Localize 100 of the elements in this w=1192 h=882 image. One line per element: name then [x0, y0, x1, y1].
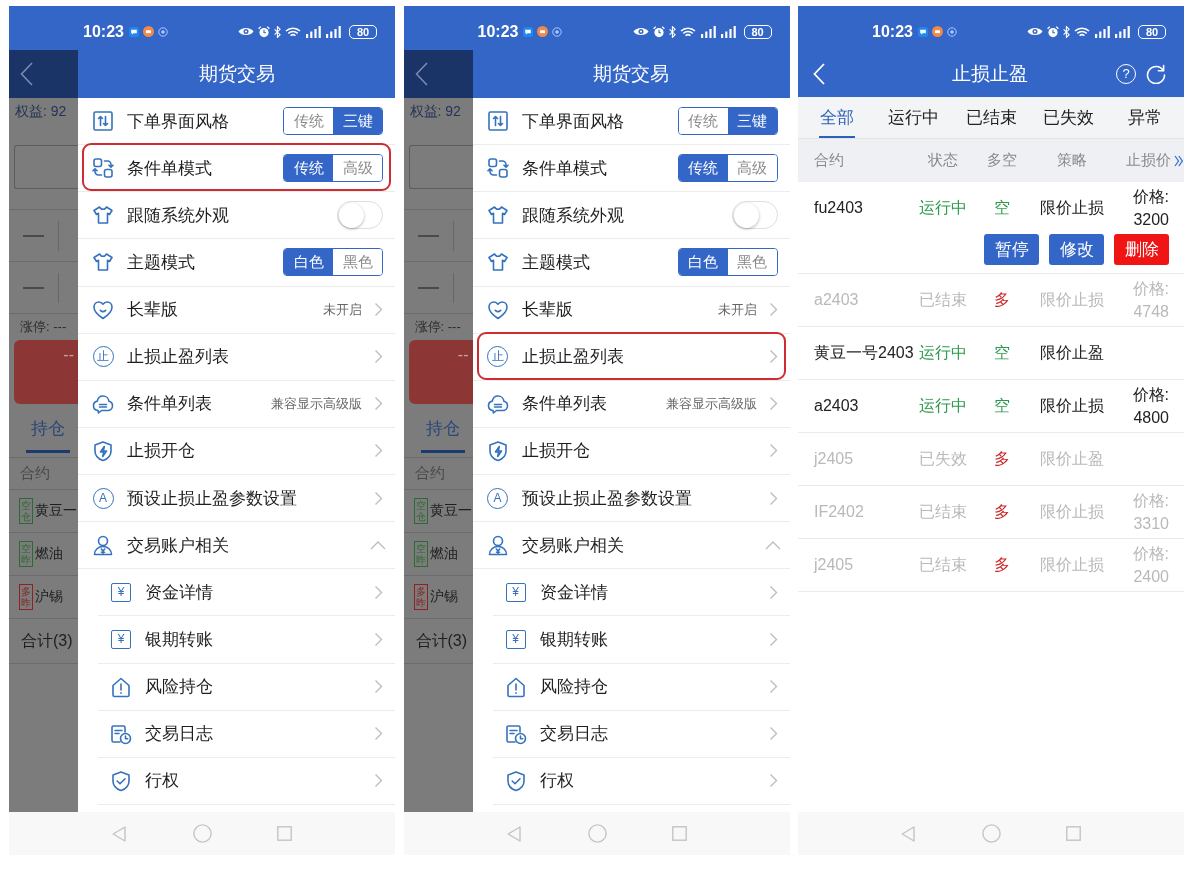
position-tag: 多昨: [413, 584, 428, 610]
table-cell-text: a2403: [814, 397, 860, 415]
recent-apps-icon[interactable]: [671, 826, 687, 841]
table-cell-text: 运行中: [918, 197, 968, 218]
menu-item[interactable]: 止损开仓: [127, 439, 195, 463]
calendar-clock-icon: [504, 722, 527, 745]
chevron-right-icon: [374, 584, 383, 600]
input-field[interactable]: [408, 145, 473, 189]
table-cell-text: 空: [993, 342, 1011, 363]
signal-icon: [719, 25, 736, 38]
table-cell-text: j2405: [814, 450, 855, 468]
menu-item[interactable]: 行权: [145, 769, 179, 793]
chevron-right-icon: [768, 302, 778, 318]
home-icon[interactable]: [193, 824, 212, 843]
menu-item[interactable]: 长辈版: [127, 298, 178, 322]
table-cell-text: 限价止损: [1039, 501, 1105, 522]
chevron-right-icon: [374, 396, 383, 412]
segment-option[interactable]: 白色: [678, 249, 728, 276]
back-icon[interactable]: [414, 62, 428, 86]
price-label: 价格:: [1132, 491, 1169, 511]
speech-cloud-icon: [486, 392, 509, 415]
minus-icon[interactable]: [417, 234, 439, 237]
menu-item[interactable]: 资金详情: [145, 580, 213, 604]
menu-item[interactable]: 止损止盈列表: [127, 345, 229, 369]
menu-item[interactable]: 止损止盈列表: [521, 345, 624, 369]
circle-dot-icon: [946, 26, 957, 37]
signal-icon: [699, 25, 716, 38]
table-cell-text: 多: [993, 448, 1011, 469]
setting-label: 下单界面风格: [521, 110, 624, 133]
tab[interactable]: 已失效: [1029, 97, 1107, 138]
segment-option[interactable]: 白色: [284, 249, 333, 276]
chevron-up-icon[interactable]: [764, 540, 781, 550]
menu-item[interactable]: 长辈版: [521, 298, 573, 322]
home-icon[interactable]: [587, 824, 607, 843]
circle-dot-icon: [157, 26, 168, 37]
alarm-icon: [1047, 25, 1059, 38]
segment-option[interactable]: 传统: [284, 155, 333, 182]
menu-item[interactable]: 条件单列表: [127, 392, 212, 416]
refresh-icon[interactable]: [1145, 63, 1166, 84]
segment-option[interactable]: 三键: [727, 108, 777, 135]
minus-icon[interactable]: [23, 286, 44, 289]
menu-item[interactable]: 交易日志: [145, 722, 213, 746]
battery-indicator: 80: [743, 24, 772, 39]
table-cell-text: 限价止损: [1039, 289, 1105, 310]
eye-icon: [632, 26, 649, 37]
menu-item[interactable]: 风险持仓: [145, 675, 213, 699]
pause-button[interactable]: 暂停: [984, 234, 1039, 265]
table-cell-text: 运行中: [918, 395, 968, 416]
minus-icon[interactable]: [23, 234, 44, 237]
delete-button[interactable]: 删除: [1114, 234, 1169, 265]
menu-item[interactable]: 交易日志: [539, 722, 608, 746]
position-tag: 空仓: [19, 498, 33, 524]
drawer-title: 期货交易: [198, 62, 275, 86]
price-value: 4800: [1133, 408, 1169, 428]
menu-item[interactable]: 止损开仓: [521, 439, 590, 463]
tab[interactable]: 异常: [1106, 97, 1184, 138]
menu-item[interactable]: 预设止损止盈参数设置: [521, 486, 692, 510]
menu-item[interactable]: 银期转账: [145, 627, 213, 651]
menu-item[interactable]: 银期转账: [539, 627, 608, 651]
table-cell-text: 空: [993, 197, 1011, 218]
segment-option[interactable]: 传统: [678, 155, 728, 182]
toggle-switch[interactable]: [337, 201, 383, 230]
price-label: 价格:: [1132, 187, 1169, 207]
menu-group[interactable]: 交易账户相关: [127, 533, 229, 557]
table-cell-text: 空: [993, 395, 1011, 416]
price-label: 价格:: [1132, 385, 1169, 405]
toggle-switch[interactable]: [731, 201, 778, 230]
setting-label: 下单界面风格: [127, 110, 229, 133]
recent-apps-icon[interactable]: [277, 826, 292, 841]
menu-item[interactable]: 条件单列表: [521, 392, 607, 416]
segment-option[interactable]: 三键: [333, 108, 382, 135]
position-name: 黄豆一: [35, 502, 77, 520]
swap-icon: [92, 157, 114, 180]
chevron-up-icon[interactable]: [370, 540, 386, 550]
table-cell-text: a2403: [814, 291, 860, 309]
menu-item[interactable]: 预设止损止盈参数设置: [127, 486, 297, 510]
chevron-right-icon: [374, 302, 383, 318]
tab[interactable]: 运行中: [875, 97, 953, 138]
home-icon[interactable]: [982, 824, 1001, 843]
menu-item[interactable]: 资金详情: [539, 580, 608, 604]
price-label: 价格:: [1132, 544, 1169, 564]
menu-item[interactable]: 行权: [539, 769, 574, 793]
double-chevron-icon[interactable]: [1174, 154, 1183, 167]
recent-apps-icon[interactable]: [1066, 826, 1081, 841]
edit-button[interactable]: 修改: [1049, 234, 1104, 265]
column-header: 多空: [986, 151, 1018, 170]
minus-icon[interactable]: [417, 286, 439, 289]
app-icon: [931, 26, 943, 37]
alarm-icon: [652, 25, 665, 38]
drawer-title: 期货交易: [593, 62, 669, 86]
back-icon[interactable]: [20, 62, 33, 86]
yen-document-icon: ¥: [505, 582, 526, 602]
table-cell-text: 已结束: [918, 554, 968, 575]
chevron-right-icon: [374, 490, 383, 506]
person-icon: [92, 534, 114, 557]
table-cell-text: 多: [993, 554, 1011, 575]
tab[interactable]: 已结束: [952, 97, 1030, 138]
shirt-icon: [92, 204, 114, 227]
menu-item[interactable]: 风险持仓: [539, 675, 608, 699]
menu-group[interactable]: 交易账户相关: [521, 533, 624, 557]
